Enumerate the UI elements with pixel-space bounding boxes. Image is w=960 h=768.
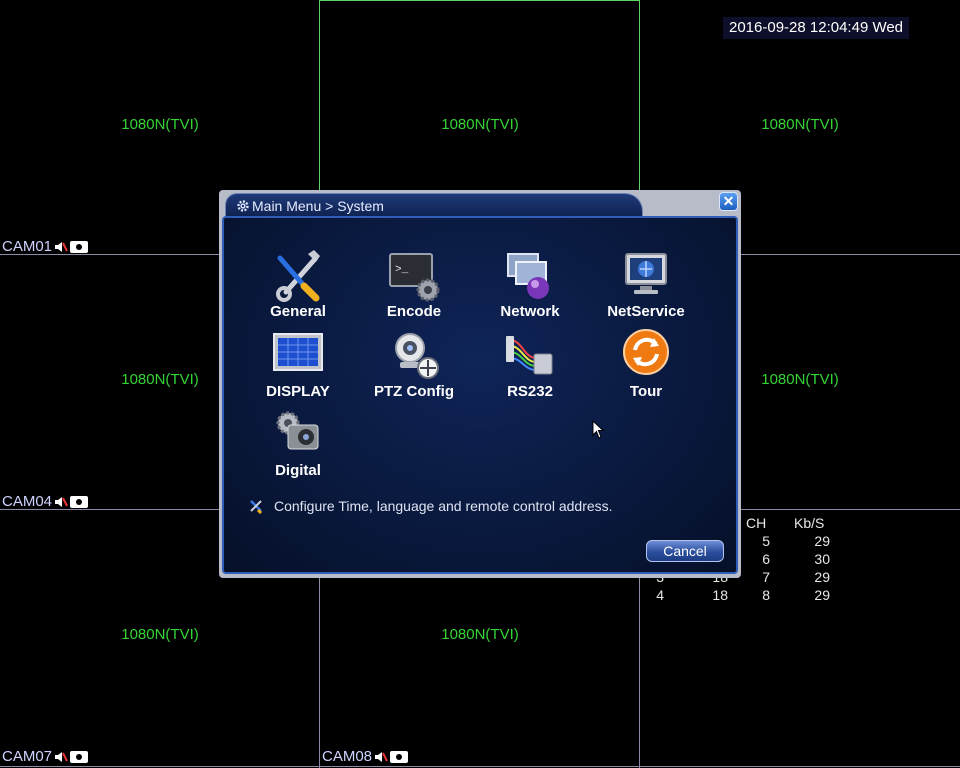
menu-item-label: Tour [629, 383, 663, 400]
menu-hint-text: Configure Time, language and remote cont… [274, 498, 613, 514]
camera-resolution: 1080N(TVI) [761, 116, 839, 133]
system-menu-panel: General >_ Encode Network NetService DIS… [222, 216, 738, 574]
camera-resolution: 1080N(TVI) [121, 116, 199, 133]
menu-item-netservice[interactable]: NetService [588, 248, 704, 324]
stats-row: 4 18 8 29 [640, 587, 840, 605]
menu-hint: Configure Time, language and remote cont… [248, 498, 613, 514]
digital-camera-icon [276, 411, 319, 450]
display-screen-icon [273, 333, 323, 371]
camera-resolution: 1080N(TVI) [441, 626, 519, 643]
general-tools-icon [276, 250, 320, 302]
audio-muted-icon [55, 751, 68, 762]
grid-divider [0, 766, 960, 767]
cancel-button[interactable]: Cancel [646, 540, 724, 562]
audio-muted-icon [55, 241, 68, 252]
stats-cell: 29 [814, 587, 830, 603]
stats-cell: 6 [762, 551, 770, 567]
camera-snapshot-icon [70, 240, 89, 253]
stats-cell: 4 [656, 587, 664, 603]
menu-item-ptz-config[interactable]: PTZ Config [356, 328, 472, 404]
menu-item-label: General [270, 303, 326, 320]
menu-item-encode[interactable]: >_ Encode [356, 248, 472, 324]
stats-cell: 5 [762, 533, 770, 549]
menu-item-label: NetService [607, 303, 685, 320]
stats-cell: 29 [814, 533, 830, 549]
netservice-monitor-icon [625, 253, 667, 294]
menu-item-label: DISPLAY [266, 383, 330, 400]
menu-item-general[interactable]: General [240, 248, 356, 324]
camera-label: CAM04 [2, 493, 89, 510]
tools-icon [250, 500, 263, 514]
stats-cell: 8 [762, 587, 770, 603]
menu-item-digital[interactable]: Digital [240, 407, 356, 483]
menu-item-display[interactable]: DISPLAY [240, 328, 356, 404]
camera-snapshot-icon [390, 750, 409, 763]
grid-divider [320, 0, 640, 1]
camera-name: CAM08 [322, 748, 373, 765]
mouse-cursor-icon [592, 420, 605, 439]
rs232-cable-icon [506, 336, 553, 375]
stats-header-kbs: Kb/S [794, 515, 825, 531]
camera-name: CAM01 [2, 238, 53, 255]
menu-item-tour[interactable]: Tour [588, 328, 704, 404]
stats-cell: 29 [814, 569, 830, 585]
camera-snapshot-icon [70, 495, 89, 508]
menu-item-label: Encode [386, 303, 442, 320]
tour-refresh-icon [623, 329, 669, 375]
stats-cell: 7 [762, 569, 770, 585]
camera-snapshot-icon [70, 750, 89, 763]
system-menu-dialog: Main Menu > System ✕ General >_ Encode N… [219, 190, 741, 578]
menu-item-label: PTZ Config [374, 383, 454, 400]
menu-item-label: RS232 [507, 383, 553, 400]
ptz-camera-icon [395, 333, 439, 379]
breadcrumb: Main Menu > System [252, 198, 384, 214]
stats-cell: 18 [712, 587, 728, 603]
camera-label: CAM01 [2, 238, 89, 255]
camera-resolution: 1080N(TVI) [121, 626, 199, 643]
camera-resolution: 1080N(TVI) [441, 116, 519, 133]
menu-item-network[interactable]: Network [472, 248, 588, 324]
audio-muted-icon [375, 751, 388, 762]
camera-label: CAM07 [2, 748, 89, 765]
menu-item-label: Network [500, 303, 560, 320]
camera-name: CAM07 [2, 748, 53, 765]
svg-text:>_: >_ [395, 264, 409, 276]
close-button[interactable]: ✕ [719, 192, 738, 211]
network-icon [507, 253, 549, 299]
date-time-display: 2016-09-28 12:04:49 Wed [723, 17, 910, 39]
stats-cell: 30 [814, 551, 830, 567]
gear-icon [237, 200, 249, 212]
menu-item-rs232[interactable]: RS232 [472, 328, 588, 404]
encode-terminal-icon: >_ [389, 253, 440, 302]
stats-header-ch: CH [746, 515, 767, 531]
camera-label: CAM08 [322, 748, 409, 765]
audio-muted-icon [55, 496, 68, 507]
camera-name: CAM04 [2, 493, 53, 510]
menu-item-label: Digital [275, 462, 321, 479]
